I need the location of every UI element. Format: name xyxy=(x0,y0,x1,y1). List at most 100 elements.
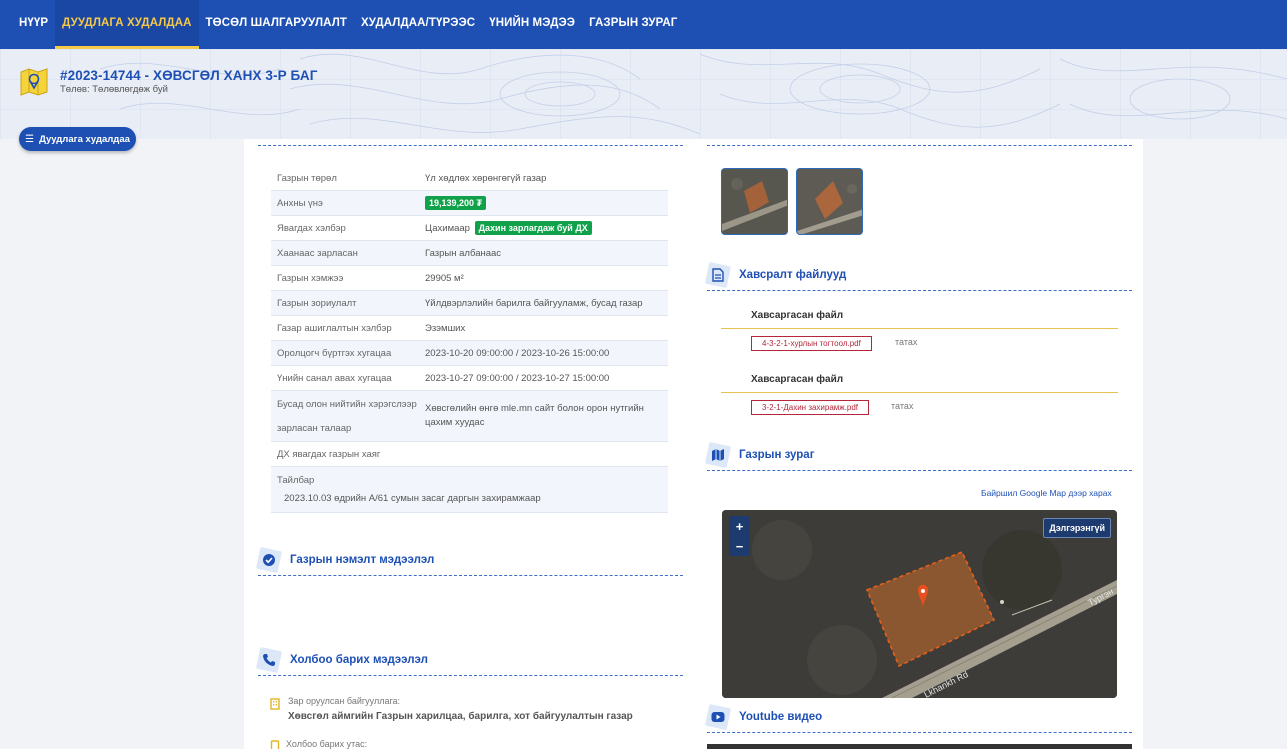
page-title: #2023-14744 - ХӨВСГӨЛ ХАНХ 3-Р БАГ xyxy=(60,68,318,83)
info-key: Бусад олон нийтийн хэрэгслээр зарласан т… xyxy=(277,399,417,434)
table-row: Явагдах хэлбэр Цахимаар Дахин зарлагдаж … xyxy=(271,216,668,241)
divider xyxy=(258,575,683,576)
note-text: 2023.10.03 өдрийн А/61 сумын засаг даргы… xyxy=(284,493,541,504)
table-row: Газрын төрөл Үл хөдлөх хөрөнгөгүй газар xyxy=(271,166,668,191)
google-map-link[interactable]: Байршил Google Map дээр харах xyxy=(981,488,1112,498)
divider xyxy=(707,470,1132,471)
youtube-player[interactable] xyxy=(707,744,1132,749)
file-link[interactable]: 4-3-2-1-хурлын тогтоол.pdf xyxy=(751,336,872,351)
land-photo-thumbnail[interactable] xyxy=(796,168,863,235)
youtube-icon xyxy=(704,703,732,731)
map-icon xyxy=(704,441,732,469)
section-files: Хавсралт файлууд xyxy=(704,261,847,289)
table-row: Бусад олон нийтийн хэрэгслээр зарласан т… xyxy=(271,391,668,442)
info-value: 29905 м² xyxy=(425,272,464,284)
divider xyxy=(707,145,1132,146)
info-value: Газрын албанаас xyxy=(425,247,502,259)
info-key: Газрын төрөл xyxy=(277,172,337,184)
map-details-button[interactable]: Дэлгэрэнгүй xyxy=(1043,518,1111,538)
table-row: Газрын хэмжээ 29905 м² xyxy=(271,266,668,291)
section-title: Youtube видео xyxy=(739,711,823,723)
map-folder-icon xyxy=(20,68,48,96)
table-row: Хаанаас зарласан Газрын албанаас xyxy=(271,241,668,266)
section-youtube: Youtube видео xyxy=(704,703,823,731)
auction-menu-label: Дуудлага худалдаа xyxy=(39,133,130,145)
info-key: Үнийн санал авах хугацаа xyxy=(277,372,392,384)
check-circle-icon xyxy=(255,546,283,574)
section-title: Газрын нэмэлт мэдээлэл xyxy=(290,554,435,566)
info-key: Анхны үнэ xyxy=(277,197,323,209)
zoom-out-button[interactable]: − xyxy=(736,539,744,554)
info-key: Явагдах хэлбэр xyxy=(277,222,346,234)
table-row: ДХ явагдах газрын хаяг xyxy=(271,442,668,467)
file-link[interactable]: 3-2-1-Дахин захирамж.pdf xyxy=(751,400,869,415)
info-value: Үл хөдлөх хөрөнгөгүй газар xyxy=(425,172,547,184)
info-key: Газрын зориулалт xyxy=(277,297,357,309)
section-extra-info: Газрын нэмэлт мэдээлэл xyxy=(255,546,435,574)
table-row: Газар ашиглалтын хэлбэр Эзэмших xyxy=(271,316,668,341)
land-info-table: Газрын төрөл Үл хөдлөх хөрөнгөгүй газар … xyxy=(271,166,668,513)
org-value: Хөвсгөл аймгийн Газрын харилцаа, барилга… xyxy=(288,711,633,722)
info-key: ДХ явагдах газрын хаяг xyxy=(277,448,381,460)
building-icon xyxy=(270,698,280,710)
land-map[interactable]: Тургэн Lkhankh Rd + − Дэлгэрэнгүй xyxy=(722,510,1117,698)
info-value: 2023-10-20 09:00:00 / 2023-10-26 15:00:0… xyxy=(425,347,610,359)
file-header: Хавсаргасан файл xyxy=(751,374,844,385)
status-text: Төлөв: Төлөвлөгдөж буй xyxy=(60,84,168,95)
list-icon: ☰ xyxy=(25,133,35,145)
land-photo-thumbnail[interactable] xyxy=(721,168,788,235)
auction-menu-button[interactable]: ☰ Дуудлага худалдаа xyxy=(19,127,136,151)
price-badge: 19,139,200 ₮ xyxy=(425,196,487,210)
info-value: Цахимаар xyxy=(425,223,470,234)
table-row: Анхны үнэ 19,139,200 ₮ xyxy=(271,191,668,216)
table-row: Үнийн санал авах хугацаа 2023-10-27 09:0… xyxy=(271,366,668,391)
divider xyxy=(707,290,1132,291)
info-key: Газар ашиглалтын хэлбэр xyxy=(277,322,392,334)
nav-home[interactable]: НҮҮР xyxy=(0,0,55,45)
org-label: Зар оруулсан байгууллага: xyxy=(288,696,401,706)
phone-label: Холбоо барих утас: xyxy=(286,739,368,749)
info-value: Эзэмших xyxy=(425,322,466,334)
header-band xyxy=(0,49,1287,139)
divider xyxy=(707,732,1132,733)
file-header: Хавсаргасан файл xyxy=(751,310,844,321)
nav-auction[interactable]: ДУУДЛАГА ХУДАЛДАА xyxy=(55,0,199,49)
section-title: Хавсралт файлууд xyxy=(739,269,847,281)
satellite-map: Тургэн Lkhankh Rd xyxy=(722,510,1117,698)
download-link[interactable]: татах xyxy=(891,401,913,411)
topo-background xyxy=(0,49,1287,139)
phone-small-icon xyxy=(270,740,280,749)
zoom-in-button[interactable]: + xyxy=(736,519,744,534)
info-key: Хаанаас зарласан xyxy=(277,247,358,259)
nav-land-map[interactable]: ГАЗРЫН ЗУРАГ xyxy=(582,0,684,45)
table-row: Оролцогч бүртгэх хугацаа 2023-10-20 09:0… xyxy=(271,341,668,366)
info-value: Үйлдвэрлэлийн барилга байгууламж, бусад … xyxy=(425,297,643,309)
info-key: Оролцогч бүртгэх хугацаа xyxy=(277,347,392,359)
zoom-controls: + − xyxy=(729,516,750,556)
file-divider xyxy=(721,392,1118,393)
status-badge: Дахин зарлагдаж буй ДХ xyxy=(474,221,592,235)
satellite-thumb xyxy=(722,169,787,234)
section-contact: Холбоо барих мэдээлэл xyxy=(255,646,428,674)
section-title: Газрын зураг xyxy=(739,449,815,461)
section-title: Холбоо барих мэдээлэл xyxy=(290,654,428,666)
info-value: 2023-10-27 09:00:00 / 2023-10-27 15:00:0… xyxy=(425,372,610,384)
file-divider xyxy=(721,328,1118,329)
divider xyxy=(258,675,683,676)
download-link[interactable]: татах xyxy=(895,337,917,347)
section-map: Газрын зураг xyxy=(704,441,815,469)
nav-project-selection[interactable]: ТӨСӨЛ ШАЛГАРУУЛАЛТ xyxy=(199,0,354,45)
nav-price-info[interactable]: ҮНИЙН МЭДЭЭ xyxy=(482,0,582,45)
note-label: Тайлбар xyxy=(277,475,315,486)
nav-sale-rent[interactable]: ХУДАЛДАА/ТҮРЭЭС xyxy=(354,0,482,45)
document-icon xyxy=(704,261,732,289)
table-row: Газрын зориулалт Үйлдвэрлэлийн барилга б… xyxy=(271,291,668,316)
info-key: Газрын хэмжээ xyxy=(277,272,344,284)
divider xyxy=(258,145,683,146)
top-nav: НҮҮР ДУУДЛАГА ХУДАЛДАА ТӨСӨЛ ШАЛГАРУУЛАЛ… xyxy=(0,0,1287,49)
info-value: Хөвсгөлийн өнгө mle.mn сайт болон орон н… xyxy=(425,403,644,428)
main-card: Газрын төрөл Үл хөдлөх хөрөнгөгүй газар … xyxy=(244,139,1143,749)
phone-icon xyxy=(255,646,283,674)
satellite-thumb xyxy=(797,169,862,234)
note-row: Тайлбар 2023.10.03 өдрийн А/61 сумын зас… xyxy=(271,467,668,513)
